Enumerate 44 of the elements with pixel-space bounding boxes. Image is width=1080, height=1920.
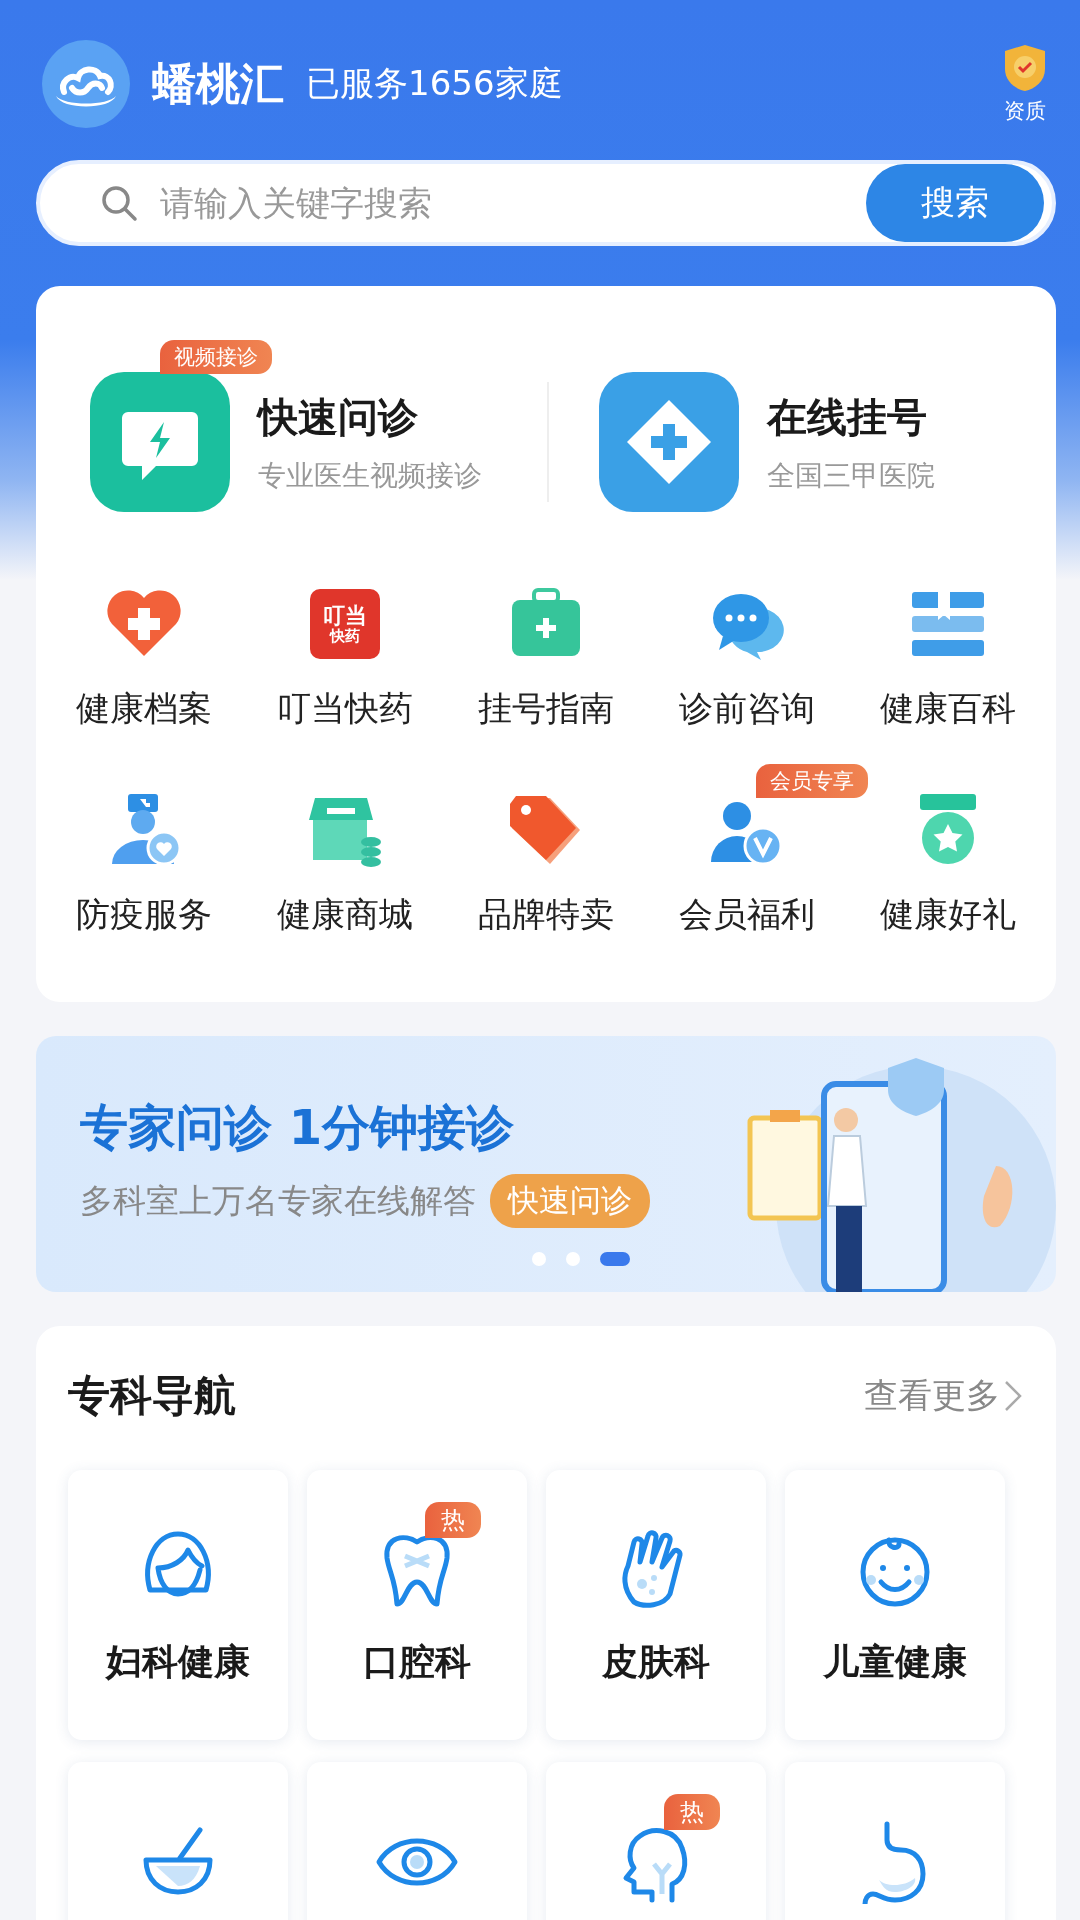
- service-count-text: 已服务1656家庭: [306, 62, 564, 105]
- view-more-link[interactable]: 查看更多: [864, 1373, 1022, 1419]
- member-badge: 会员专享: [756, 764, 869, 798]
- shortcut-link[interactable]: 品牌特卖: [478, 892, 614, 938]
- shortcut-link[interactable]: 防疫服务: [76, 892, 213, 938]
- specialty-tile[interactable]: 妇科健康: [68, 1470, 288, 1740]
- service-title: 在线挂号: [767, 392, 928, 442]
- shortcut-link[interactable]: 健康档案: [76, 686, 213, 732]
- section-title: 专科导航: [68, 1370, 236, 1422]
- shortcut-link[interactable]: 挂号指南: [478, 686, 614, 732]
- search-button[interactable]: 搜索: [866, 164, 1044, 242]
- specialty-label: 妇科健康: [106, 1640, 250, 1684]
- shield-check-icon: [1002, 43, 1048, 93]
- shortcut-link[interactable]: 会员福利: [678, 892, 815, 938]
- specialty-label: 皮肤科: [602, 1640, 710, 1684]
- search-icon: [100, 184, 138, 222]
- service-title: 快速问诊: [258, 392, 419, 442]
- carousel-dot[interactable]: [566, 1252, 580, 1266]
- shortcut-link[interactable]: 叮当快药: [277, 686, 414, 732]
- service-subtitle: 专业医生视频接诊: [258, 457, 482, 494]
- hot-badge: 热: [425, 1502, 481, 1538]
- pharmacy-logo: 叮当 快药: [310, 589, 381, 659]
- shortcut-link[interactable]: 健康百科: [879, 686, 1016, 732]
- service-subtitle: 全国三甲医院: [767, 457, 935, 494]
- shortcut-link[interactable]: 健康商城: [277, 892, 414, 938]
- qualification-button[interactable]: 资质: [1002, 43, 1048, 125]
- video-consult-badge: 视频接诊: [160, 340, 272, 374]
- shortcut-link[interactable]: 诊前咨询: [678, 686, 815, 732]
- promo-banner[interactable]: 专家问诊 1分钟接诊 多科室上万名专家在线解答 快速问诊: [36, 1036, 1056, 1292]
- banner-subtitle: 多科室上万名专家在线解答: [80, 1179, 476, 1222]
- diamond-plus-icon: [599, 372, 739, 512]
- specialty-label: 口腔科: [363, 1640, 471, 1684]
- specialty-tile[interactable]: 皮肤科: [546, 1470, 766, 1740]
- chat-lightning-icon: [90, 372, 230, 512]
- specialty-tile[interactable]: 儿童健康: [785, 1470, 1005, 1740]
- search-field[interactable]: 请输入关键字搜索 搜索: [36, 160, 1056, 246]
- specialty-tile[interactable]: 热 口腔科: [307, 1470, 527, 1740]
- hot-badge: 热: [664, 1794, 720, 1830]
- shortcut-link[interactable]: 健康好礼: [879, 892, 1016, 938]
- carousel-dot[interactable]: [532, 1252, 546, 1266]
- app-name: 蟠桃汇: [152, 56, 284, 111]
- chevron-right-icon: [1004, 1380, 1022, 1412]
- specialty-label: 儿童健康: [823, 1640, 967, 1684]
- banner-title: 专家问诊 1分钟接诊: [80, 1098, 515, 1157]
